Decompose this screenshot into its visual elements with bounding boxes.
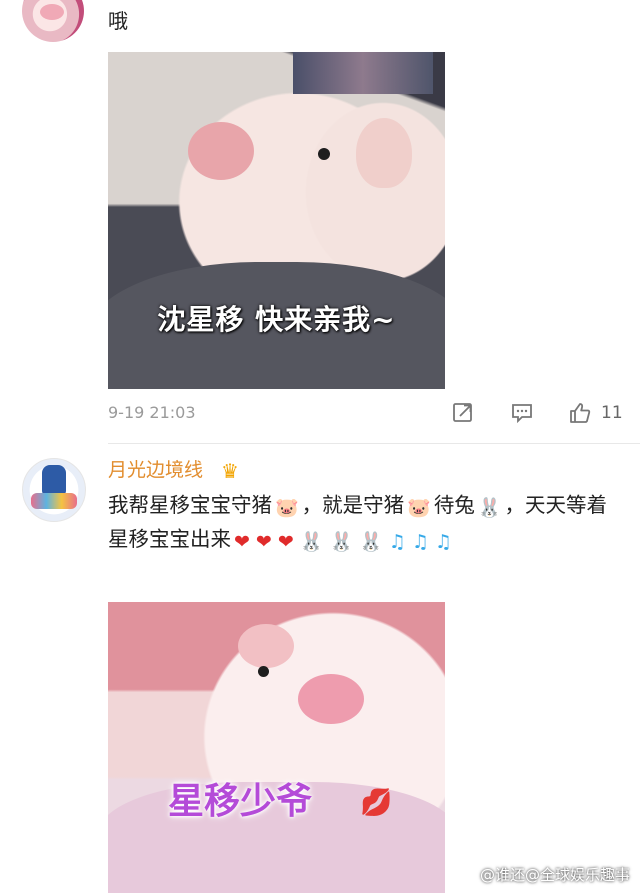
image-caption: 星移少爷 <box>168 781 313 822</box>
avatar-pig-snout <box>40 4 64 20</box>
comment-icon <box>512 404 532 424</box>
user-avatar-pig[interactable] <box>22 0 84 42</box>
thumbs-up-icon <box>570 403 591 423</box>
pig-eye <box>318 148 330 160</box>
comment-image-pig-1[interactable]: 沈星移 快来亲我~ <box>108 52 445 389</box>
user-avatar-moon[interactable] <box>22 458 86 522</box>
comment-text: 哦 <box>108 9 128 33</box>
pig-snout <box>188 122 254 180</box>
rabbit-emoji-icon: 🐰 <box>359 531 383 553</box>
divider <box>108 443 640 444</box>
reply-button[interactable] <box>510 401 536 427</box>
heart-emoji-icon: ❤ <box>277 531 294 553</box>
like-button[interactable] <box>568 401 594 427</box>
like-count: 11 <box>601 403 623 423</box>
share-button[interactable] <box>451 401 477 427</box>
music-note-icon: ♫ <box>434 531 452 553</box>
heart-emoji-icon: ❤ <box>234 531 250 553</box>
pig-emoji-icon: 🐷 <box>407 497 431 519</box>
music-note-icon: ♫ <box>411 531 429 553</box>
rabbit-emoji-icon: 🐰 <box>329 531 354 553</box>
pig-ear <box>356 118 412 188</box>
comment-image-pig-2[interactable]: 星移少爷 💋 <box>108 602 445 893</box>
share-icon <box>453 403 472 422</box>
avatar-figure <box>42 465 66 495</box>
lips-icon: 💋 <box>360 788 393 818</box>
comment-text-2: ，就是守猪 <box>301 493 405 517</box>
username[interactable]: 月光边境线 <box>108 456 203 484</box>
pig-ear <box>238 624 294 668</box>
pig-eye <box>258 666 269 677</box>
image-caption: 沈星移 快来亲我~ <box>157 303 396 336</box>
background-tv <box>293 52 433 94</box>
rabbit-emoji-icon: 🐰 <box>477 497 502 519</box>
comment-text-1: 我帮星移宝宝守猪 <box>108 493 272 517</box>
comment-text-3: 待兔 <box>433 493 475 517</box>
crown-icon: ♛ <box>221 459 239 483</box>
heart-emoji-icon: ❤ <box>255 531 272 553</box>
comment-body: 我帮星移宝宝守猪 🐷 ，就是守猪 🐷 待兔 🐰 ，天天等着星移宝宝出来 ❤ ❤ ❤ 🐰 🐰 🐰 ♫ ♫ ♫ <box>108 488 613 556</box>
rabbit-emoji-icon: 🐰 <box>299 531 324 553</box>
music-note-icon: ♫ <box>388 531 406 553</box>
pig-snout <box>298 674 364 724</box>
comment-timestamp: 9-19 21:03 <box>108 403 196 422</box>
avatar-cake <box>31 493 77 509</box>
pig-emoji-icon: 🐷 <box>275 497 299 519</box>
watermark: @谁还@全球娱乐趣事 <box>479 866 630 884</box>
